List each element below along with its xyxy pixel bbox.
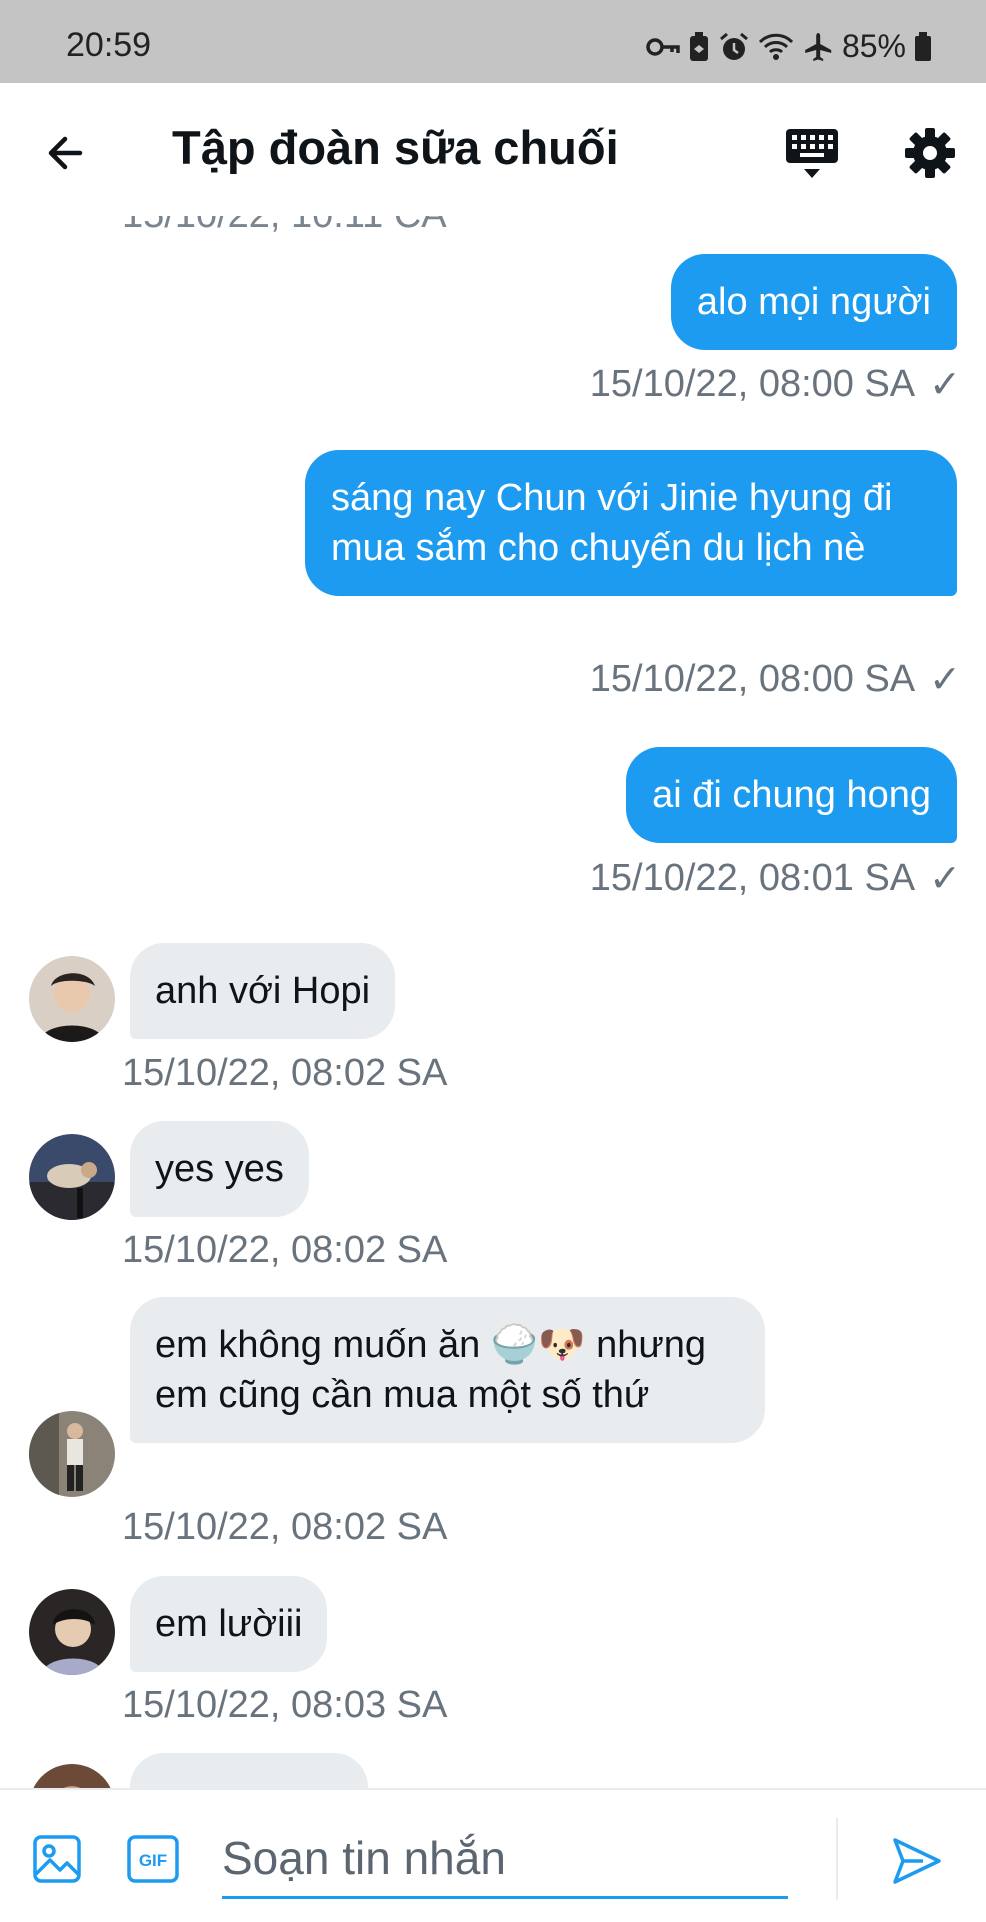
avatar[interactable] [29,1764,115,1788]
status-time: 20:59 [66,26,152,64]
airplane-icon [805,32,832,61]
check-icon: ✓ [929,659,961,701]
wifi-icon [758,33,794,60]
add-gif-button[interactable]: GIF [126,1834,180,1884]
outgoing-message[interactable]: ai đi chung hong [626,747,957,843]
message-input[interactable] [222,1820,788,1899]
gear-icon [905,128,955,178]
battery-percent: 85% [841,28,906,64]
avatar[interactable] [29,1589,115,1675]
message-list[interactable]: 15/10/22, 10:11 CA alo mọi người 15/10/2… [0,216,986,1788]
message-timestamp: 15/10/22, 08:00 SA ✓ [590,362,961,407]
keyboard-icon [786,129,838,178]
outgoing-message[interactable]: alo mọi người [670,254,957,350]
message-timestamp: 15/10/22, 08:03 SA [122,1684,448,1726]
status-icons: 85% [646,28,932,65]
settings-button[interactable] [900,123,960,183]
incoming-message[interactable]: em không muốn ăn 🍚🐶 nhưng em cũng cần mu… [130,1297,765,1443]
back-button[interactable] [38,123,98,183]
message-timestamp: 15/10/22, 08:01 SA ✓ [590,856,961,901]
chat-header: Tập đoàn sữa chuối [0,83,986,216]
key-icon [646,37,680,56]
message-timestamp: 15/10/22, 10:11 CA [122,216,447,237]
timestamp-text: 15/10/22, 08:00 SA [589,363,916,405]
conversation-title: Tập đoàn sữa chuối [172,121,619,174]
add-photo-button[interactable] [32,1834,82,1884]
check-icon: ✓ [929,858,961,900]
gif-label: GIF [139,1851,167,1870]
send-button[interactable] [890,1834,944,1888]
avatar[interactable] [29,1134,115,1220]
message-timestamp: 15/10/22, 08:02 SA [122,1052,448,1094]
status-bar: 20:59 85% [0,0,986,83]
check-icon: ✓ [929,364,961,406]
composer-divider [836,1818,838,1900]
alarm-icon [719,32,748,60]
image-icon [33,1835,81,1883]
send-icon [893,1838,941,1884]
incoming-message[interactable] [130,1753,368,1788]
battery-saver-icon [689,31,708,61]
battery-icon [915,31,931,61]
arrow-left-icon [48,136,83,170]
message-composer: GIF [0,1788,986,1922]
message-timestamp: 15/10/22, 08:00 SA ✓ [590,657,961,702]
incoming-message[interactable]: em lườiii [130,1576,328,1672]
incoming-message[interactable]: anh với Hopi [130,943,396,1039]
outgoing-message[interactable]: sáng nay Chun với Jinie hyung đi mua sắm… [305,450,957,596]
gif-icon: GIF [127,1835,179,1883]
message-timestamp: 15/10/22, 08:02 SA [122,1229,448,1271]
incoming-message[interactable]: yes yes [130,1121,309,1217]
avatar[interactable] [29,956,115,1042]
timestamp-text: 15/10/22, 08:01 SA [589,857,916,899]
message-timestamp: 15/10/22, 08:02 SA [122,1506,448,1548]
keyboard-shortcuts-button[interactable] [780,123,844,187]
timestamp-text: 15/10/22, 08:00 SA [589,658,916,700]
avatar[interactable] [29,1411,115,1497]
